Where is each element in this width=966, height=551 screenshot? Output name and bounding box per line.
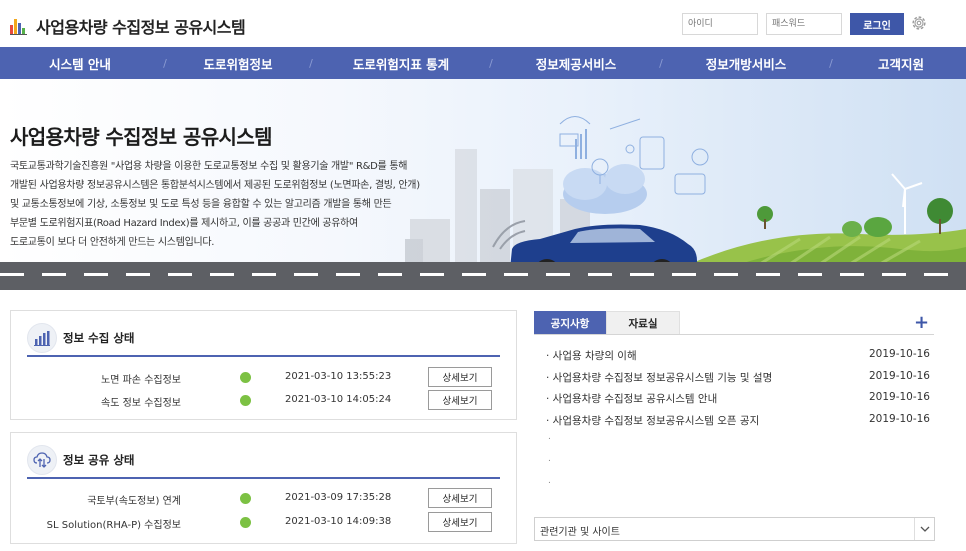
- notice-item[interactable]: · 사업용차량 수집정보 정보공유시스템 오픈 공지 2019-10-16: [546, 413, 930, 429]
- nav-item-hazard-statistics[interactable]: 도로위험지표 통계: [316, 54, 486, 73]
- empty-notice-bullet: .: [548, 454, 551, 464]
- login-button[interactable]: 로그인: [850, 13, 904, 35]
- hero-description: 국토교통과학기술진흥원 "사업용 차량을 이용한 도로교통정보 수집 및 활용기…: [10, 157, 450, 252]
- gear-icon[interactable]: [910, 14, 928, 32]
- login-form: 로그인: [682, 13, 904, 35]
- related-sites-select[interactable]: 관련기관 및 사이트: [534, 517, 935, 541]
- hero-banner: 사업용차량 수집정보 공유시스템 국토교통과학기술진흥원 "사업용 차량을 이용…: [0, 79, 966, 290]
- notice-item[interactable]: · 사업용차량 수집정보 공유시스템 안내 2019-10-16: [546, 391, 930, 407]
- main-nav: 시스템 안내 / 도로위험정보 / 도로위험지표 통계 / 정보제공서비스 / …: [0, 47, 966, 79]
- bar-chart-logo-icon: [10, 17, 28, 35]
- source-name: SL Solution(RHA-P) 수집정보: [46, 520, 181, 531]
- status-row: 속도 정보 수집정보 2021-03-10 14:05:24 상세보기: [11, 390, 516, 412]
- nav-separator: /: [659, 56, 663, 70]
- panel-title: 정보 수집 상태: [63, 331, 135, 345]
- status-row: 국토부(속도정보) 연계 2021-03-09 17:35:28 상세보기: [11, 488, 516, 510]
- empty-notice-bullet: .: [548, 476, 551, 486]
- empty-notice-bullet: .: [548, 432, 551, 442]
- bar-chart-icon: [27, 323, 57, 353]
- source-name: 국토부(속도정보) 연계: [87, 496, 181, 507]
- timestamp: 2021-03-10 13:55:23: [285, 371, 392, 382]
- timestamp: 2021-03-09 17:35:28: [285, 492, 392, 503]
- notice-title[interactable]: · 사업용차량 수집정보 정보공유시스템 기능 및 설명: [546, 370, 772, 385]
- panel-header: 정보 공유 상태: [27, 445, 135, 475]
- nav-item-system-guide[interactable]: 시스템 안내: [0, 54, 160, 73]
- nav-item-open-data[interactable]: 정보개방서비스: [666, 54, 826, 73]
- status-indicator: [240, 395, 251, 406]
- hero-desc-line: 및 교통소통정보에 기상, 소통정보 및 도로 특성 등을 융합할 수 있는 알…: [10, 199, 392, 210]
- source-name: 노면 파손 수집정보: [101, 375, 181, 386]
- hero-desc-line: 도로교통이 보다 더 안전하게 만드는 시스템입니다.: [10, 237, 215, 248]
- panel-header: 정보 수집 상태: [27, 323, 135, 353]
- status-row: SL Solution(RHA-P) 수집정보 2021-03-10 14:09…: [11, 512, 516, 534]
- detail-button[interactable]: 상세보기: [428, 488, 492, 508]
- nav-item-road-hazard[interactable]: 도로위험정보: [170, 54, 306, 73]
- sharing-status-panel: 정보 공유 상태 국토부(속도정보) 연계 2021-03-09 17:35:2…: [10, 432, 517, 544]
- detail-button[interactable]: 상세보기: [428, 390, 492, 410]
- detail-button[interactable]: 상세보기: [428, 512, 492, 532]
- collection-status-panel: 정보 수집 상태 노면 파손 수집정보 2021-03-10 13:55:23 …: [10, 310, 517, 420]
- hero-desc-line: 개발된 사업용차량 정보공유시스템은 통합분석시스템에서 제공된 도로위험정보 …: [10, 180, 420, 191]
- hero-desc-line: 부문별 도로위험지표(Road Hazard Index)를 제시하고, 이를 …: [10, 218, 358, 229]
- cloud-sync-icon: [27, 445, 57, 475]
- source-name: 속도 정보 수집정보: [101, 398, 181, 409]
- select-label: 관련기관 및 사이트: [540, 527, 620, 538]
- road-lane-marking: [0, 273, 966, 276]
- status-indicator: [240, 517, 251, 528]
- site-header: 사업용차량 수집정보 공유시스템 로그인: [0, 0, 966, 47]
- panel-divider: [27, 477, 500, 479]
- status-row: 노면 파손 수집정보 2021-03-10 13:55:23 상세보기: [11, 367, 516, 389]
- nav-separator: /: [829, 56, 833, 70]
- notice-title[interactable]: · 사업용 차량의 이해: [546, 348, 637, 363]
- notice-date: 2019-10-16: [868, 348, 930, 360]
- notice-item[interactable]: · 사업용 차량의 이해 2019-10-16: [546, 348, 930, 364]
- notice-date: 2019-10-16: [868, 391, 930, 403]
- panel-divider: [27, 355, 500, 357]
- notice-date: 2019-10-16: [868, 370, 930, 382]
- more-button[interactable]: +: [914, 312, 929, 333]
- timestamp: 2021-03-10 14:05:24: [285, 394, 392, 405]
- hero-desc-line: 국토교통과학기술진흥원 "사업용 차량을 이용한 도로교통정보 수집 및 활용기…: [10, 161, 408, 172]
- notice-item[interactable]: · 사업용차량 수집정보 정보공유시스템 기능 및 설명 2019-10-16: [546, 370, 930, 386]
- nav-item-support[interactable]: 고객지원: [836, 54, 966, 73]
- cloud-data-icon: [559, 116, 709, 214]
- tab-notice[interactable]: 공지사항: [534, 311, 606, 335]
- nav-separator: /: [163, 56, 167, 70]
- chevron-down-icon[interactable]: [914, 518, 934, 540]
- panel-title: 정보 공유 상태: [63, 453, 135, 467]
- tab-underline: [534, 334, 934, 335]
- id-input[interactable]: [682, 13, 758, 35]
- tab-archive[interactable]: 자료실: [606, 311, 680, 335]
- nav-separator: /: [309, 56, 313, 70]
- site-title: 사업용차량 수집정보 공유시스템: [36, 18, 246, 37]
- notice-title[interactable]: · 사업용차량 수집정보 정보공유시스템 오픈 공지: [546, 413, 759, 428]
- nav-separator: /: [489, 56, 493, 70]
- road: [0, 262, 966, 290]
- notice-title[interactable]: · 사업용차량 수집정보 공유시스템 안내: [546, 391, 717, 406]
- status-indicator: [240, 493, 251, 504]
- status-indicator: [240, 372, 251, 383]
- password-input[interactable]: [766, 13, 842, 35]
- board-tabs: 공지사항 자료실: [534, 311, 680, 335]
- timestamp: 2021-03-10 14:09:38: [285, 516, 392, 527]
- detail-button[interactable]: 상세보기: [428, 367, 492, 387]
- nav-item-info-service[interactable]: 정보제공서비스: [496, 54, 656, 73]
- notice-date: 2019-10-16: [868, 413, 930, 425]
- hero-title: 사업용차량 수집정보 공유시스템: [10, 125, 273, 149]
- site-logo[interactable]: 사업용차량 수집정보 공유시스템: [10, 14, 246, 38]
